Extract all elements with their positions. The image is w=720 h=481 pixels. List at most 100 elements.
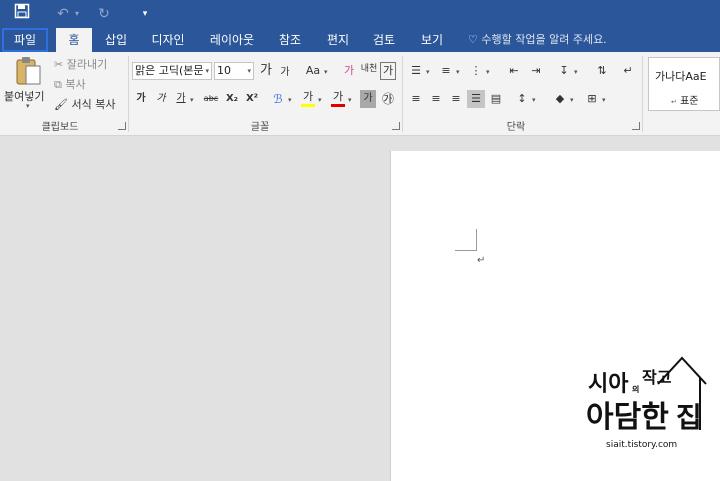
title-bar: ↶ ▾ ↻ ▾ xyxy=(0,0,720,28)
undo-dropdown-icon[interactable]: ▾ xyxy=(72,3,82,25)
change-case-dropdown-icon[interactable]: ▾ xyxy=(324,68,328,76)
font-color-swatch xyxy=(331,104,345,107)
highlight-dropdown-icon[interactable]: ▾ xyxy=(318,96,322,104)
text-effects-icon[interactable]: ℬ xyxy=(270,90,286,108)
copy-label: 복사 xyxy=(65,78,86,91)
paintbrush-icon: 🖌 xyxy=(54,98,68,111)
clipboard-launcher-icon[interactable] xyxy=(118,122,126,130)
tab-layout[interactable]: 레이아웃 xyxy=(202,28,262,52)
watermark-url: siait.tistory.com xyxy=(606,440,678,450)
shading-icon[interactable]: ◆ xyxy=(552,90,568,108)
align-left-icon[interactable]: ≡ xyxy=(408,90,424,108)
font-color-button[interactable]: 가 xyxy=(330,88,346,107)
underline-dropdown-icon[interactable]: ▾ xyxy=(190,96,194,104)
group-divider xyxy=(642,56,643,132)
customize-qat-icon[interactable]: ▾ xyxy=(138,3,152,25)
tab-insert[interactable]: 삽입 xyxy=(96,28,136,52)
font-launcher-icon[interactable] xyxy=(392,122,400,130)
lightbulb-icon: ♡ xyxy=(468,33,478,46)
tab-mailings[interactable]: 편지 xyxy=(318,28,358,52)
italic-button[interactable]: 가 xyxy=(154,90,168,108)
align-right-icon[interactable]: ≡ xyxy=(448,90,464,108)
character-border-button[interactable]: 가 xyxy=(380,62,396,80)
phonetic-guide-button[interactable]: 내천 xyxy=(360,60,378,78)
tab-review[interactable]: 검토 xyxy=(364,28,404,52)
scissors-icon: ✂ xyxy=(54,58,64,71)
text-direction-icon[interactable]: ↧ xyxy=(556,62,572,80)
text-effects-dropdown-icon[interactable]: ▾ xyxy=(288,96,292,104)
cut-label: 잘라내기 xyxy=(66,58,108,71)
font-size-value: 10 xyxy=(217,64,231,77)
borders-icon[interactable]: ⊞ xyxy=(584,90,600,108)
align-center-icon[interactable]: ≡ xyxy=(428,90,444,108)
group-divider xyxy=(402,56,403,132)
cut-button[interactable]: ✂ 잘라내기 xyxy=(54,56,107,72)
underline-button[interactable]: 가 xyxy=(174,90,188,108)
character-shading-button[interactable]: 가 xyxy=(360,90,376,108)
change-case-button[interactable]: Aa xyxy=(302,62,324,80)
font-size-dropdown-icon: ▾ xyxy=(247,67,251,75)
distributed-icon[interactable]: ▤ xyxy=(488,90,504,108)
style-normal[interactable]: 가나다AaE ↵ 표준 xyxy=(648,57,720,111)
increase-indent-icon[interactable]: ⇥ xyxy=(528,62,544,80)
ribbon-home: 붙여넣기 ▾ ✂ 잘라내기 ⧉ 복사 🖌 서식 복사 클립보드 맑은 고딕(본문… xyxy=(0,52,720,136)
tell-me-box[interactable]: ♡ 수행할 작업을 알려 주세요. xyxy=(468,28,607,52)
tab-references[interactable]: 참조 xyxy=(270,28,310,52)
font-color-dropdown-icon[interactable]: ▾ xyxy=(348,96,352,104)
strikethrough-button[interactable]: abc xyxy=(200,90,222,108)
style-sample-text: 가나다AaE xyxy=(655,70,707,83)
font-name-combo[interactable]: 맑은 고딕(본문 ▾ xyxy=(132,62,212,80)
numbering-dropdown-icon[interactable]: ▾ xyxy=(456,68,460,76)
sort-icon[interactable]: ⇅ xyxy=(594,62,610,80)
highlight-button[interactable]: 가 xyxy=(300,88,316,107)
multilevel-list-dropdown-icon[interactable]: ▾ xyxy=(486,68,490,76)
font-name-value: 맑은 고딕(본문 xyxy=(135,64,204,77)
enclose-characters-button[interactable]: ㉮ xyxy=(380,90,396,108)
shrink-font-button[interactable]: 가 xyxy=(278,64,292,82)
undo-icon[interactable]: ↶ xyxy=(54,3,72,25)
font-color-label: 가 xyxy=(332,90,344,103)
bold-button[interactable]: 가 xyxy=(134,90,148,108)
redo-icon[interactable]: ↻ xyxy=(94,3,114,25)
justify-icon[interactable]: ☰ xyxy=(467,90,485,108)
multilevel-list-icon[interactable]: ⋮ xyxy=(468,62,484,80)
format-painter-button[interactable]: 🖌 서식 복사 xyxy=(54,96,115,112)
group-divider xyxy=(128,56,129,132)
show-formatting-marks-icon[interactable]: ↵ xyxy=(620,62,636,80)
style-name-label: 표준 xyxy=(680,96,699,107)
tell-me-text: 수행할 작업을 알려 주세요. xyxy=(481,33,607,46)
paragraph-group-label: 단락 xyxy=(506,122,526,133)
superscript-button[interactable]: X² xyxy=(244,90,260,108)
font-group-label: 글꼴 xyxy=(250,122,270,133)
watermark-house-char: 집 xyxy=(676,401,702,434)
style-name: ↵ 표준 xyxy=(671,92,698,107)
grow-font-button[interactable]: 가 xyxy=(258,62,274,80)
tab-design[interactable]: 디자인 xyxy=(144,28,192,52)
clear-formatting-button[interactable]: 가 xyxy=(340,62,358,80)
line-spacing-icon[interactable]: ↕ xyxy=(514,90,530,108)
decrease-indent-icon[interactable]: ⇤ xyxy=(506,62,522,80)
bullets-icon[interactable]: ☰ xyxy=(408,62,424,80)
borders-dropdown-icon[interactable]: ▾ xyxy=(602,96,606,104)
ribbon-tabs: 파일 홈 삽입 디자인 레이아웃 참조 편지 검토 보기 ♡ 수행할 작업을 알… xyxy=(0,28,720,52)
text-boundary-mark xyxy=(455,229,477,251)
save-icon[interactable] xyxy=(10,3,34,25)
bullets-dropdown-icon[interactable]: ▾ xyxy=(426,68,430,76)
copy-button[interactable]: ⧉ 복사 xyxy=(54,76,86,92)
tab-file[interactable]: 파일 xyxy=(2,28,48,52)
highlight-label: 가 xyxy=(302,90,314,103)
subscript-button[interactable]: X₂ xyxy=(224,90,240,108)
text-direction-dropdown-icon[interactable]: ▾ xyxy=(574,68,578,76)
tab-home[interactable]: 홈 xyxy=(56,28,92,52)
paste-dropdown-icon[interactable]: ▾ xyxy=(26,102,30,110)
font-size-combo[interactable]: 10 ▾ xyxy=(214,62,254,80)
line-spacing-dropdown-icon[interactable]: ▾ xyxy=(532,96,536,104)
numbering-icon[interactable]: ≡ xyxy=(438,62,454,80)
paragraph-mark: ↵ xyxy=(477,255,486,266)
clipboard-group-label: 클립보드 xyxy=(41,122,79,133)
paste-button[interactable]: 붙여넣기 xyxy=(4,88,44,104)
paragraph-launcher-icon[interactable] xyxy=(632,122,640,130)
paste-icon[interactable] xyxy=(14,56,42,86)
shading-dropdown-icon[interactable]: ▾ xyxy=(570,96,574,104)
tab-view[interactable]: 보기 xyxy=(412,28,452,52)
